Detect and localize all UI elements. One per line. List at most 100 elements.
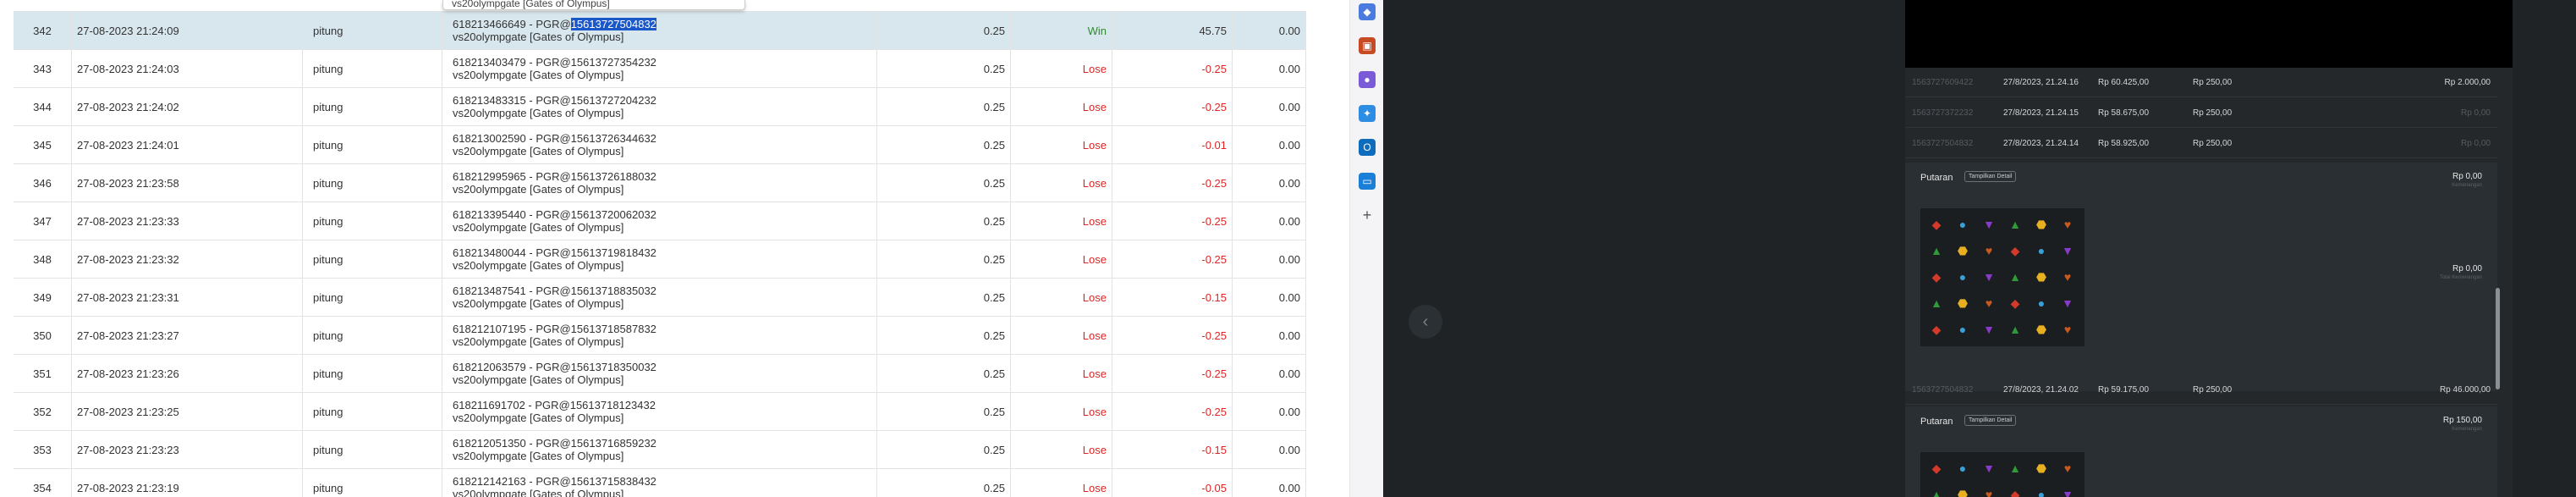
table-row[interactable]: 348 27-08-2023 21:23:32 pitung 618213480044… [14,240,1306,279]
history-row[interactable]: 1563727504832 27/8/2023, 21.24.02 Rp 59.17… [1905,375,2497,405]
gem-symbol-icon: ◆ [1931,461,1942,475]
row-number: 353 [14,431,72,468]
row-winlose: -0.25 [1112,202,1233,240]
row-description: 618213480044 - PGR@15613719818432 vs20oly… [442,240,877,278]
row-datetime: 27-08-2023 21:23:23 [72,431,303,468]
row-description: 618212995965 - PGR@15613726188032 vs20oly… [442,164,877,202]
round-win: Rp 46.000,00 [2439,385,2491,395]
row-balance: 0.00 [1233,50,1306,87]
round-bet: Rp 250,00 [2193,139,2233,148]
row-number: 345 [14,126,72,163]
gem-symbol-icon: ◆ [1931,322,1942,336]
table-row[interactable]: 354 27-08-2023 21:23:19 pitung 618212142163… [14,469,1306,497]
round-datetime: 27/8/2023, 21.24.02 [2003,385,2079,395]
row-description: 618213483315 - PGR@15613727204232 vs20oly… [442,88,877,125]
table-row[interactable]: 349 27-08-2023 21:23:31 pitung 618213487541… [14,279,1306,317]
table-row[interactable]: 352 27-08-2023 21:23:25 pitung 618211691702… [14,393,1306,431]
gem-symbol-icon: ⬣ [1957,295,1969,310]
desc-id: 618213483315 - PGR@15613727204232 [453,94,656,107]
row-datetime: 27-08-2023 21:23:31 [72,279,303,316]
table-row[interactable]: 353 27-08-2023 21:23:23 pitung 618212051350… [14,431,1306,469]
round-id: 1563727504832 [1912,385,1974,395]
game-preview [1905,0,2513,68]
chevron-left-icon[interactable]: ‹ [1409,305,1442,339]
row-number: 344 [14,88,72,125]
row-status: Lose [1011,202,1112,240]
gem-symbol-icon: ● [1958,270,1967,284]
round-balance: Rp 58.675,00 [2098,108,2150,118]
desc-game: vs20olympgate [Gates of Olympus] [453,373,624,386]
row-winlose: -0.25 [1112,317,1233,354]
gem-symbol-icon: ● [1958,461,1967,475]
table-row[interactable]: 346 27-08-2023 21:23:58 pitung 618212995965… [14,164,1306,202]
row-description: 618213002590 - PGR@15613726344632 vs20oly… [442,126,877,163]
toolbox-icon[interactable]: ▣ [1359,37,1376,54]
history-row[interactable]: 1563727504832 27/8/2023, 21.24.14 Rp 58.92… [1905,129,2497,158]
row-status: Lose [1011,240,1112,278]
desc-id: 618213403479 - PGR@15613727354232 [453,56,656,69]
spin-win-amount: Rp 0,00 [2452,172,2482,181]
row-bet: 0.25 [877,317,1011,354]
row-datetime: 27-08-2023 21:24:02 [72,88,303,125]
browser-sidebar: ◆ ▣ ● ✦ O ▭ + [1349,0,1383,497]
round-win: Rp 0,00 [2460,139,2491,148]
gem-symbol-icon: ♥ [2063,461,2072,475]
table-row[interactable]: 350 27-08-2023 21:23:27 pitung 618212107195… [14,317,1306,355]
show-detail-button[interactable]: Tampilkan Detail [1964,171,2017,182]
row-balance: 0.00 [1233,12,1306,49]
table-row[interactable]: 343 27-08-2023 21:24:03 pitung 618213403479… [14,50,1306,88]
row-bet: 0.25 [877,240,1011,278]
desc-id: 618212995965 - PGR@15613726188032 [453,170,656,183]
table-row[interactable]: 351 27-08-2023 21:23:26 pitung 618212063579… [14,355,1306,393]
row-status: Lose [1011,469,1112,497]
outlook-icon[interactable]: O [1359,139,1376,156]
row-number: 350 [14,317,72,354]
desc-game: vs20olympgate [Gates of Olympus] [453,335,624,348]
row-bet: 0.25 [877,202,1011,240]
desc-game: vs20olympgate [Gates of Olympus] [453,259,624,272]
show-detail-button-2[interactable]: Tampilkan Detail [1964,415,2017,426]
row-user: pitung [303,393,442,430]
row-balance: 0.00 [1233,279,1306,316]
row-datetime: 27-08-2023 21:23:58 [72,164,303,202]
tag-icon[interactable]: ◆ [1359,3,1376,20]
history-row[interactable]: 1563727609422 27/8/2023, 21.24.16 Rp 60.42… [1905,68,2497,97]
row-bet: 0.25 [877,164,1011,202]
row-description: 618213403479 - PGR@15613727354232 vs20oly… [442,50,877,87]
round-id: 1563727504832 [1912,139,1974,148]
desc-game: vs20olympgate [Gates of Olympus] [453,450,624,462]
add-icon[interactable]: + [1359,207,1376,224]
round-bet: Rp 250,00 [2193,108,2233,118]
gem-symbol-icon: ▲ [2009,270,2021,284]
spin-detail: Putaran Tampilkan Detail Rp 0,00 Kemenan… [1905,163,2497,391]
table-row[interactable]: 345 27-08-2023 21:24:01 pitung 618213002590… [14,126,1306,164]
table-row[interactable]: 342 27-08-2023 21:24:09 pitung 618213466649… [14,12,1306,50]
round-win: Rp 2.000,00 [2444,78,2491,87]
scrollbar[interactable] [2496,288,2500,389]
row-user: pitung [303,355,442,392]
table-row[interactable]: 347 27-08-2023 21:23:33 pitung 618213395440… [14,202,1306,240]
desc-id: 618211691702 - PGR@15613718123432 [453,399,656,411]
shopping-cart-icon[interactable]: ▭ [1359,173,1376,190]
selected-text[interactable]: 15613727504832 [570,18,656,30]
gem-symbol-icon: ● [1958,218,1967,231]
table-row[interactable]: 344 27-08-2023 21:24:02 pitung 618213483315… [14,88,1306,126]
row-status: Lose [1011,279,1112,316]
history-row[interactable]: 1563727372232 27/8/2023, 21.24.15 Rp 58.67… [1905,98,2497,128]
desc-game: vs20olympgate [Gates of Olympus] [453,107,624,119]
gem-symbol-icon: ◆ [1931,217,1942,231]
round-balance: Rp 58.925,00 [2098,139,2150,148]
gem-symbol-icon: ▼ [2062,296,2073,310]
row-description: 618213395440 - PGR@15613720062032 vs20oly… [442,202,877,240]
gem-symbol-icon: ◆ [2010,295,2020,310]
row-number: 348 [14,240,72,278]
people-icon[interactable]: ● [1359,71,1376,88]
row-description: 618212142163 - PGR@15613715838432 vs20oly… [442,469,877,497]
spin-title: Putaran [1920,173,1953,183]
gem-symbol-icon: ▲ [2009,323,2021,336]
row-number: 354 [14,469,72,497]
desc-id: 618213002590 - PGR@15613726344632 [453,132,656,145]
gem-symbol-icon: ▲ [1931,244,1942,257]
copilot-icon[interactable]: ✦ [1359,105,1376,122]
row-datetime: 27-08-2023 21:23:33 [72,202,303,240]
